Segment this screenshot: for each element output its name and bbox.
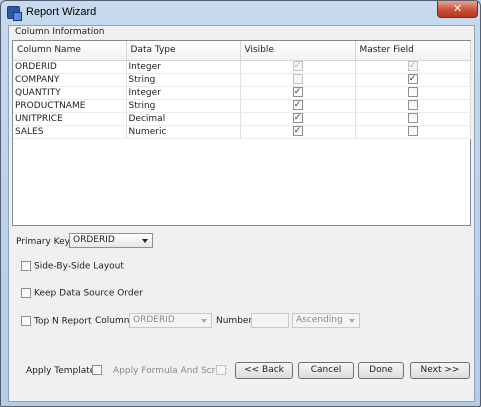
column-name-cell: PRODUCTNAME [13,99,127,113]
master-checkbox[interactable] [407,100,418,111]
top-n-option[interactable]: Top N Report [21,316,91,327]
column-name-cell: COMPANY [13,73,127,87]
primary-key-label: Primary Key [16,237,70,247]
side-by-side-checkbox[interactable] [21,261,31,271]
data-type-cell: Numeric [126,125,241,139]
visible-checkbox[interactable]: ✓ [292,87,303,98]
table-header-row: Column Name Data Type Visible Master Fie… [13,41,471,61]
top-n-order-select[interactable]: Ascending [292,313,360,328]
visible-cell: ✓ [240,125,356,139]
dialog-body: Column Information Column Name Data Type… [8,25,475,402]
close-button[interactable]: ✕ [437,1,478,18]
master-cell: ✓ [355,60,471,74]
table-row[interactable]: QUANTITY Integer ✓ [13,86,471,100]
visible-cell: ✓ [240,99,356,113]
visible-checkbox[interactable]: ✓ [292,61,303,72]
master-cell [355,125,471,139]
keep-order-option[interactable]: Keep Data Source Order [21,288,143,299]
column-information-label: Column Information [15,27,105,37]
table-row[interactable]: COMPANY String ✓ [13,73,471,87]
table-row[interactable]: PRODUCTNAME String ✓ [13,99,471,113]
table-row[interactable]: ORDERID Integer ✓ ✓ [13,60,471,74]
master-cell [355,86,471,100]
master-cell [355,99,471,113]
app-icon [7,6,22,21]
column-name-cell: UNITPRICE [13,112,127,126]
apply-formula-label: Apply Formula And Script [113,366,228,376]
keep-order-label: Keep Data Source Order [34,288,143,299]
data-type-cell: Integer [126,60,241,74]
master-checkbox[interactable] [407,113,418,124]
data-type-cell: Integer [126,86,241,100]
column-header-master[interactable]: Master Field [355,41,471,61]
side-by-side-label: Side-By-Side Layout [34,261,124,272]
apply-template-label: Apply Template [26,366,96,376]
column-header-visible[interactable]: Visible [240,41,356,61]
master-checkbox[interactable] [407,126,418,137]
data-type-cell: String [126,73,241,87]
visible-cell: ✓ [240,112,356,126]
top-n-column-label: Column [95,316,130,326]
master-checkbox[interactable]: ✓ [407,74,418,85]
window-title: Report Wizard [26,6,97,18]
checkmark-icon: ✓ [408,61,417,72]
column-name-cell: QUANTITY [13,86,127,100]
column-name-cell: SALES [13,125,127,139]
chevron-down-icon [201,319,207,323]
next-button[interactable]: Next >> [410,362,470,379]
data-type-cell: String [126,99,241,113]
chevron-down-icon [349,319,355,323]
master-checkbox[interactable] [407,87,418,98]
visible-checkbox[interactable]: ✓ [292,126,303,137]
top-n-column-select[interactable]: ORDERID [129,313,212,328]
column-header-type[interactable]: Data Type [126,41,241,61]
master-cell [355,112,471,126]
checkmark-icon: ✓ [293,100,302,111]
table-row[interactable]: SALES Numeric ✓ [13,125,471,139]
top-n-number-label: Number [216,316,253,326]
cancel-button[interactable]: Cancel [298,362,354,379]
top-n-column-value: ORDERID [133,315,175,325]
keep-order-checkbox[interactable] [21,288,31,298]
visible-checkbox[interactable]: ✓ [292,100,303,111]
column-grid: Column Name Data Type Visible Master Fie… [13,41,471,139]
checkmark-icon: ✓ [408,74,417,85]
report-wizard-window: Report Wizard ✕ Column Information Colum… [0,0,481,407]
top-n-order-value: Ascending [296,315,343,325]
done-button[interactable]: Done [358,362,404,379]
side-by-side-option[interactable]: Side-By-Side Layout [21,261,124,272]
close-icon: ✕ [452,2,463,15]
data-type-cell: Decimal [126,112,241,126]
top-n-label: Top N Report [34,316,92,327]
visible-checkbox[interactable] [292,74,303,85]
top-n-number-input[interactable] [251,313,289,328]
master-cell: ✓ [355,73,471,87]
checkmark-icon: ✓ [293,87,302,98]
back-button[interactable]: << Back [235,362,293,379]
column-header-name[interactable]: Column Name [13,41,127,61]
master-checkbox[interactable]: ✓ [407,61,418,72]
column-name-cell: ORDERID [13,60,127,74]
visible-cell: ✓ [240,86,356,100]
checkmark-icon: ✓ [293,61,302,72]
visible-cell [240,73,356,87]
top-n-checkbox[interactable] [21,316,31,326]
visible-checkbox[interactable]: ✓ [292,113,303,124]
column-table[interactable]: Column Name Data Type Visible Master Fie… [12,40,471,226]
primary-key-select[interactable]: ORDERID [69,233,153,248]
checkmark-icon: ✓ [293,113,302,124]
apply-template-checkbox[interactable] [92,365,102,375]
primary-key-value: ORDERID [73,235,115,245]
title-bar[interactable]: Report Wizard ✕ [1,1,480,25]
chevron-down-icon [142,239,148,243]
table-row[interactable]: UNITPRICE Decimal ✓ [13,112,471,126]
checkmark-icon: ✓ [293,126,302,137]
visible-cell: ✓ [240,60,356,74]
apply-formula-checkbox[interactable] [216,365,226,375]
